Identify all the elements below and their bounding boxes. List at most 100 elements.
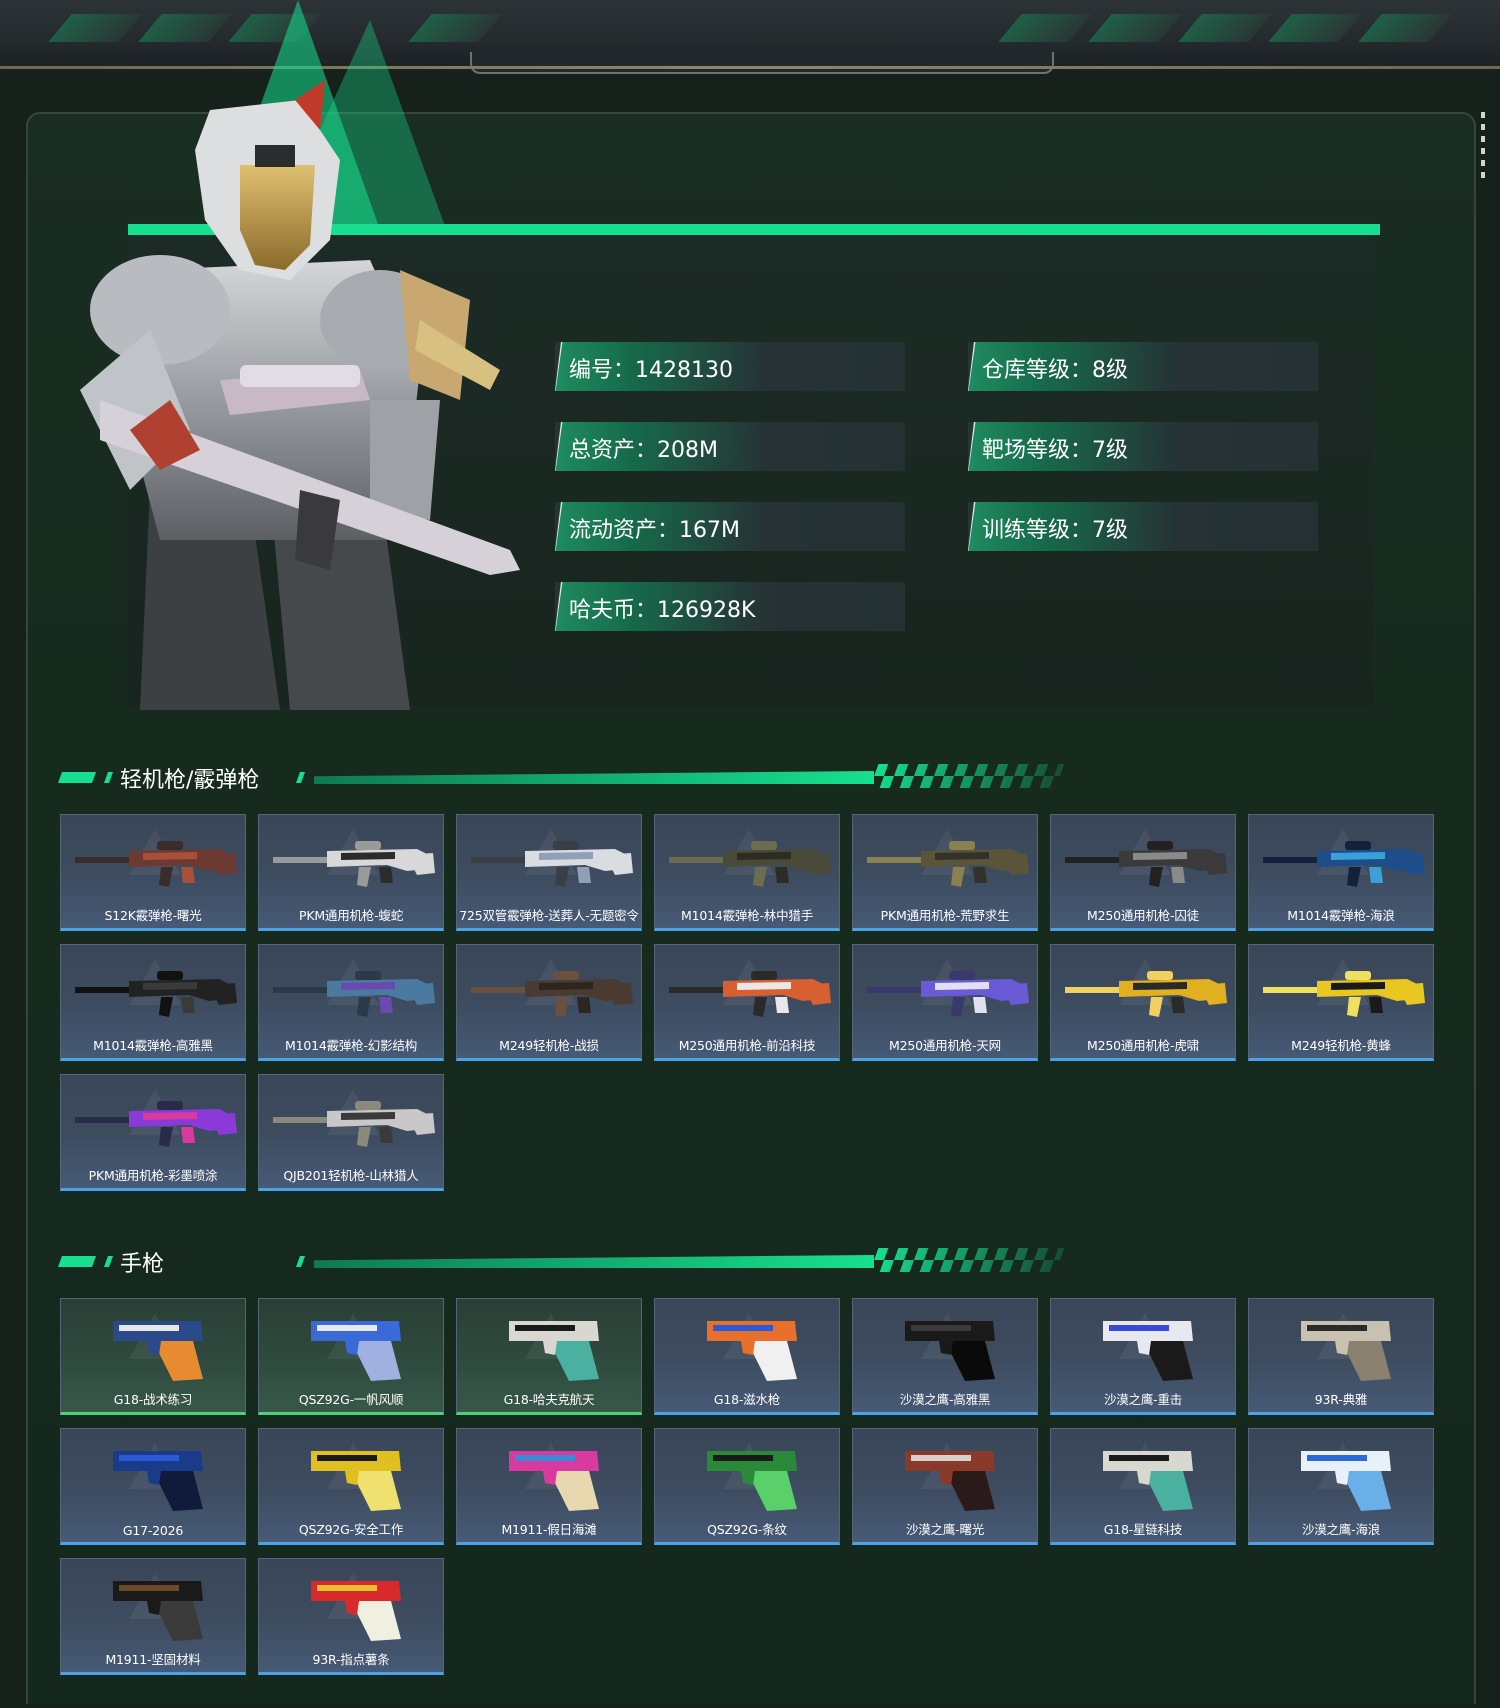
weapon-image (1301, 1451, 1391, 1511)
section-title-pistol: 手枪 (120, 1252, 165, 1277)
weapon-name: S12K霰弹枪-曙光 (104, 908, 202, 923)
weapon-image (273, 1101, 435, 1147)
weapon-name: M250通用机枪-前沿科技 (678, 1038, 816, 1053)
range-level: 靶场等级：7级 (982, 438, 1128, 463)
weapon-card[interactable]: G18-星链科技 (1050, 1428, 1236, 1545)
section-title-lmg: 轻机枪/霰弹枪 (120, 768, 260, 793)
weapon-image (509, 1451, 599, 1511)
weapon-card[interactable]: M249轻机枪-战损 (456, 944, 642, 1061)
weapon-card[interactable]: PKM通用机枪-荒野求生 (852, 814, 1038, 931)
weapon-card[interactable]: G17-2026 (60, 1428, 246, 1545)
weapon-name: M250通用机枪-天网 (889, 1038, 1001, 1053)
weapon-card[interactable]: G18-滋水枪 (654, 1298, 840, 1415)
weapon-card[interactable]: M249轻机枪-黄蜂 (1248, 944, 1434, 1061)
total-assets: 总资产：208M (569, 438, 718, 463)
weapon-card[interactable]: M250通用机枪-前沿科技 (654, 944, 840, 1061)
weapon-card[interactable]: QSZ92G-安全工作 (258, 1428, 444, 1545)
header-chevron (1178, 14, 1272, 42)
weapon-name: PKM通用机枪-荒野求生 (880, 908, 1010, 923)
weapon-image (905, 1321, 995, 1381)
weapon-name: 沙漠之鹰-曙光 (905, 1522, 985, 1537)
info-row-total-assets: 总资产：208M (555, 422, 905, 471)
section-header-lmg: 轻机枪/霰弹枪 (57, 762, 1065, 793)
weapon-image (1263, 971, 1425, 1017)
weapon-card[interactable]: QSZ92G-一帆风顺 (258, 1298, 444, 1415)
lmg-grid: S12K霰弹枪-曙光 PKM通用机枪-蝮蛇 725双管霰弹枪-送葬人-无题密令 M10… (60, 814, 1440, 1194)
weapon-image (669, 841, 831, 887)
weapon-name: M1014霰弹枪-高雅黑 (93, 1038, 213, 1053)
weapon-card[interactable]: 93R-指点薯条 (258, 1558, 444, 1675)
weapon-card[interactable]: 沙漠之鹰-曙光 (852, 1428, 1038, 1545)
weapon-card[interactable]: 沙漠之鹰-高雅黑 (852, 1298, 1038, 1415)
training-level: 训练等级：7级 (982, 518, 1128, 543)
weapon-name: G18-星链科技 (1103, 1522, 1183, 1537)
weapon-card[interactable]: M1014霰弹枪-高雅黑 (60, 944, 246, 1061)
weapon-card[interactable]: M250通用机枪-天网 (852, 944, 1038, 1061)
weapon-image (867, 841, 1029, 887)
weapon-image (1263, 841, 1425, 887)
weapon-card[interactable]: 沙漠之鹰-海浪 (1248, 1428, 1434, 1545)
weapon-name: M249轻机枪-黄蜂 (1291, 1038, 1391, 1053)
weapon-image (311, 1321, 401, 1381)
weapon-image (707, 1451, 797, 1511)
weapon-card[interactable]: M1911-坚固材料 (60, 1558, 246, 1675)
weapon-image (1301, 1321, 1391, 1381)
section-line (314, 1255, 874, 1268)
section-checker (869, 1248, 1065, 1272)
weapon-name: G18-滋水枪 (713, 1392, 781, 1407)
weapon-name: QJB201轻机枪-山林猎人 (283, 1168, 419, 1183)
weapon-card[interactable]: 93R-典雅 (1248, 1298, 1434, 1415)
warehouse-level: 仓库等级：8级 (982, 358, 1128, 383)
weapon-card[interactable]: M1014霰弹枪-幻影结构 (258, 944, 444, 1061)
weapon-card[interactable]: 725双管霰弹枪-送葬人-无题密令 (456, 814, 642, 931)
weapon-card[interactable]: M1014霰弹枪-海浪 (1248, 814, 1434, 931)
header-chevron (48, 14, 142, 42)
weapon-image (311, 1451, 401, 1511)
weapon-image (75, 841, 237, 887)
weapon-image (75, 971, 237, 1017)
weapon-name: 93R-指点薯条 (312, 1652, 390, 1667)
weapon-card[interactable]: M1014霰弹枪-林中猎手 (654, 814, 840, 931)
weapon-card[interactable]: S12K霰弹枪-曙光 (60, 814, 246, 931)
weapon-card[interactable]: 沙漠之鹰-重击 (1050, 1298, 1236, 1415)
weapon-card[interactable]: QJB201轻机枪-山林猎人 (258, 1074, 444, 1191)
header-chevron (1268, 14, 1362, 42)
weapon-name: 725双管霰弹枪-送葬人-无题密令 (459, 908, 639, 923)
operator-portrait (80, 80, 520, 710)
section-mark (57, 772, 97, 783)
weapon-image (1103, 1321, 1193, 1381)
header-chevron (1088, 14, 1182, 42)
weapon-image (1065, 971, 1227, 1017)
weapon-card[interactable]: PKM通用机枪-彩墨喷涂 (60, 1074, 246, 1191)
weapon-name: M1014霰弹枪-林中猎手 (680, 908, 813, 923)
scroll-indicator[interactable] (1481, 112, 1485, 182)
info-row-coins: 哈夫币：126928K (555, 582, 905, 631)
weapon-card[interactable]: M250通用机枪-虎啸 (1050, 944, 1236, 1061)
pistol-grid: G18-战术练习 QSZ92G-一帆风顺 G18-哈夫克航天 G18-滋水枪 沙漠之鹰-… (60, 1298, 1440, 1678)
section-line (314, 771, 874, 784)
info-row-warehouse-level: 仓库等级：8级 (968, 342, 1318, 391)
weapon-name: G18-战术练习 (113, 1392, 193, 1407)
section-header-pistol: 手枪 (57, 1246, 1065, 1277)
info-row-range-level: 靶场等级：7级 (968, 422, 1318, 471)
weapon-image (1103, 1451, 1193, 1511)
weapon-card[interactable]: M250通用机枪-囚徒 (1050, 814, 1236, 931)
weapon-image (905, 1451, 995, 1511)
weapon-card[interactable]: M1911-假日海滩 (456, 1428, 642, 1545)
weapon-card[interactable]: G18-哈夫克航天 (456, 1298, 642, 1415)
weapon-image (273, 971, 435, 1017)
weapon-image (75, 1101, 237, 1147)
haf-coins: 哈夫币：126928K (569, 598, 756, 623)
weapon-card[interactable]: QSZ92G-条纹 (654, 1428, 840, 1545)
weapon-name: M250通用机枪-囚徒 (1087, 908, 1199, 923)
weapon-image (509, 1321, 599, 1381)
weapon-name: 93R-典雅 (1314, 1392, 1368, 1407)
weapon-name: M1911-坚固材料 (105, 1652, 201, 1667)
header-chevron (1358, 14, 1452, 42)
weapon-image (311, 1581, 401, 1641)
weapon-card[interactable]: G18-战术练习 (60, 1298, 246, 1415)
weapon-card[interactable]: PKM通用机枪-蝮蛇 (258, 814, 444, 931)
weapon-name: 沙漠之鹰-海浪 (1301, 1522, 1381, 1537)
weapon-image (113, 1451, 203, 1511)
section-mark (103, 772, 114, 783)
